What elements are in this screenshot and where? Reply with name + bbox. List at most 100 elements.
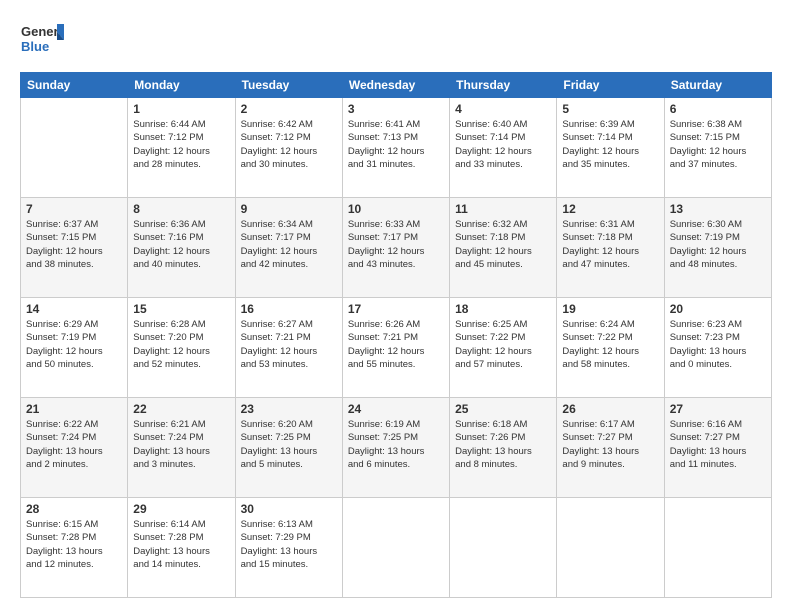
calendar-cell: 23 Sunrise: 6:20 AM Sunset: 7:25 PM Dayli… bbox=[235, 398, 342, 498]
day-number: 1 bbox=[133, 102, 229, 116]
day-number: 21 bbox=[26, 402, 122, 416]
day-info: Sunrise: 6:14 AM Sunset: 7:28 PM Dayligh… bbox=[133, 518, 229, 571]
calendar-cell: 29 Sunrise: 6:14 AM Sunset: 7:28 PM Dayli… bbox=[128, 498, 235, 598]
calendar-cell: 28 Sunrise: 6:15 AM Sunset: 7:28 PM Dayli… bbox=[21, 498, 128, 598]
day-info: Sunrise: 6:22 AM Sunset: 7:24 PM Dayligh… bbox=[26, 418, 122, 471]
calendar-body: 1 Sunrise: 6:44 AM Sunset: 7:12 PM Daylig… bbox=[21, 98, 772, 598]
svg-text:Blue: Blue bbox=[21, 39, 49, 54]
logo: General Blue bbox=[20, 18, 64, 62]
day-info: Sunrise: 6:37 AM Sunset: 7:15 PM Dayligh… bbox=[26, 218, 122, 271]
calendar-week-row: 1 Sunrise: 6:44 AM Sunset: 7:12 PM Daylig… bbox=[21, 98, 772, 198]
calendar-cell: 24 Sunrise: 6:19 AM Sunset: 7:25 PM Dayli… bbox=[342, 398, 449, 498]
day-number: 24 bbox=[348, 402, 444, 416]
calendar-cell: 13Sunrise: 6:30 AM Sunset: 7:19 PM Dayli… bbox=[664, 198, 771, 298]
day-number: 29 bbox=[133, 502, 229, 516]
day-info: Sunrise: 6:36 AM Sunset: 7:16 PM Dayligh… bbox=[133, 218, 229, 271]
day-number: 26 bbox=[562, 402, 658, 416]
day-info: Sunrise: 6:26 AM Sunset: 7:21 PM Dayligh… bbox=[348, 318, 444, 371]
calendar-cell: 8 Sunrise: 6:36 AM Sunset: 7:16 PM Daylig… bbox=[128, 198, 235, 298]
page: General Blue SundayMondayTuesdayWednesda… bbox=[0, 0, 792, 612]
calendar-week-row: 14 Sunrise: 6:29 AM Sunset: 7:19 PM Dayli… bbox=[21, 298, 772, 398]
calendar-cell: 19 Sunrise: 6:24 AM Sunset: 7:22 PM Dayli… bbox=[557, 298, 664, 398]
day-info: Sunrise: 6:28 AM Sunset: 7:20 PM Dayligh… bbox=[133, 318, 229, 371]
day-info: Sunrise: 6:20 AM Sunset: 7:25 PM Dayligh… bbox=[241, 418, 337, 471]
day-header: Thursday bbox=[450, 73, 557, 98]
day-info: Sunrise: 6:39 AM Sunset: 7:14 PM Dayligh… bbox=[562, 118, 658, 171]
day-number: 27 bbox=[670, 402, 766, 416]
calendar-cell bbox=[557, 498, 664, 598]
calendar-cell: 11Sunrise: 6:32 AM Sunset: 7:18 PM Dayli… bbox=[450, 198, 557, 298]
calendar-cell: 18 Sunrise: 6:25 AM Sunset: 7:22 PM Dayli… bbox=[450, 298, 557, 398]
day-number: 28 bbox=[26, 502, 122, 516]
calendar-cell: 30Sunrise: 6:13 AM Sunset: 7:29 PM Dayli… bbox=[235, 498, 342, 598]
calendar-table: SundayMondayTuesdayWednesdayThursdayFrid… bbox=[20, 72, 772, 598]
calendar-cell: 6 Sunrise: 6:38 AM Sunset: 7:15 PM Daylig… bbox=[664, 98, 771, 198]
day-number: 8 bbox=[133, 202, 229, 216]
calendar-cell: 26 Sunrise: 6:17 AM Sunset: 7:27 PM Dayli… bbox=[557, 398, 664, 498]
day-number: 17 bbox=[348, 302, 444, 316]
day-header: Monday bbox=[128, 73, 235, 98]
day-info: Sunrise: 6:34 AM Sunset: 7:17 PM Dayligh… bbox=[241, 218, 337, 271]
calendar-cell: 21 Sunrise: 6:22 AM Sunset: 7:24 PM Dayli… bbox=[21, 398, 128, 498]
day-number: 3 bbox=[348, 102, 444, 116]
calendar-cell: 27Sunrise: 6:16 AM Sunset: 7:27 PM Dayli… bbox=[664, 398, 771, 498]
day-number: 25 bbox=[455, 402, 551, 416]
day-info: Sunrise: 6:38 AM Sunset: 7:15 PM Dayligh… bbox=[670, 118, 766, 171]
day-number: 15 bbox=[133, 302, 229, 316]
calendar-cell: 16Sunrise: 6:27 AM Sunset: 7:21 PM Dayli… bbox=[235, 298, 342, 398]
calendar-cell: 10Sunrise: 6:33 AM Sunset: 7:17 PM Dayli… bbox=[342, 198, 449, 298]
calendar-cell: 17 Sunrise: 6:26 AM Sunset: 7:21 PM Dayli… bbox=[342, 298, 449, 398]
day-number: 30 bbox=[241, 502, 337, 516]
calendar-cell: 20 Sunrise: 6:23 AM Sunset: 7:23 PM Dayli… bbox=[664, 298, 771, 398]
day-number: 12 bbox=[562, 202, 658, 216]
calendar-cell: 9 Sunrise: 6:34 AM Sunset: 7:17 PM Daylig… bbox=[235, 198, 342, 298]
day-info: Sunrise: 6:44 AM Sunset: 7:12 PM Dayligh… bbox=[133, 118, 229, 171]
day-number: 14 bbox=[26, 302, 122, 316]
header: General Blue bbox=[20, 18, 772, 62]
day-info: Sunrise: 6:21 AM Sunset: 7:24 PM Dayligh… bbox=[133, 418, 229, 471]
day-info: Sunrise: 6:24 AM Sunset: 7:22 PM Dayligh… bbox=[562, 318, 658, 371]
calendar-cell: 22 Sunrise: 6:21 AM Sunset: 7:24 PM Dayli… bbox=[128, 398, 235, 498]
day-info: Sunrise: 6:17 AM Sunset: 7:27 PM Dayligh… bbox=[562, 418, 658, 471]
calendar-cell bbox=[664, 498, 771, 598]
calendar-cell bbox=[342, 498, 449, 598]
day-number: 11 bbox=[455, 202, 551, 216]
calendar-cell: 25 Sunrise: 6:18 AM Sunset: 7:26 PM Dayli… bbox=[450, 398, 557, 498]
day-info: Sunrise: 6:29 AM Sunset: 7:19 PM Dayligh… bbox=[26, 318, 122, 371]
calendar-cell: 12 Sunrise: 6:31 AM Sunset: 7:18 PM Dayli… bbox=[557, 198, 664, 298]
day-info: Sunrise: 6:31 AM Sunset: 7:18 PM Dayligh… bbox=[562, 218, 658, 271]
day-number: 20 bbox=[670, 302, 766, 316]
day-number: 23 bbox=[241, 402, 337, 416]
calendar-cell: 5 Sunrise: 6:39 AM Sunset: 7:14 PM Daylig… bbox=[557, 98, 664, 198]
day-info: Sunrise: 6:25 AM Sunset: 7:22 PM Dayligh… bbox=[455, 318, 551, 371]
day-info: Sunrise: 6:27 AM Sunset: 7:21 PM Dayligh… bbox=[241, 318, 337, 371]
day-number: 7 bbox=[26, 202, 122, 216]
calendar-cell: 7 Sunrise: 6:37 AM Sunset: 7:15 PM Daylig… bbox=[21, 198, 128, 298]
day-header: Saturday bbox=[664, 73, 771, 98]
day-info: Sunrise: 6:15 AM Sunset: 7:28 PM Dayligh… bbox=[26, 518, 122, 571]
day-info: Sunrise: 6:18 AM Sunset: 7:26 PM Dayligh… bbox=[455, 418, 551, 471]
day-info: Sunrise: 6:42 AM Sunset: 7:12 PM Dayligh… bbox=[241, 118, 337, 171]
day-number: 6 bbox=[670, 102, 766, 116]
day-info: Sunrise: 6:30 AM Sunset: 7:19 PM Dayligh… bbox=[670, 218, 766, 271]
calendar-cell: 3Sunrise: 6:41 AM Sunset: 7:13 PM Daylig… bbox=[342, 98, 449, 198]
calendar-week-row: 7 Sunrise: 6:37 AM Sunset: 7:15 PM Daylig… bbox=[21, 198, 772, 298]
calendar-cell bbox=[21, 98, 128, 198]
day-header: Wednesday bbox=[342, 73, 449, 98]
day-number: 5 bbox=[562, 102, 658, 116]
calendar-cell: 14 Sunrise: 6:29 AM Sunset: 7:19 PM Dayli… bbox=[21, 298, 128, 398]
day-number: 19 bbox=[562, 302, 658, 316]
day-info: Sunrise: 6:23 AM Sunset: 7:23 PM Dayligh… bbox=[670, 318, 766, 371]
day-info: Sunrise: 6:40 AM Sunset: 7:14 PM Dayligh… bbox=[455, 118, 551, 171]
day-number: 18 bbox=[455, 302, 551, 316]
day-info: Sunrise: 6:33 AM Sunset: 7:17 PM Dayligh… bbox=[348, 218, 444, 271]
day-header: Friday bbox=[557, 73, 664, 98]
calendar-cell: 4Sunrise: 6:40 AM Sunset: 7:14 PM Daylig… bbox=[450, 98, 557, 198]
day-number: 22 bbox=[133, 402, 229, 416]
calendar-week-row: 21 Sunrise: 6:22 AM Sunset: 7:24 PM Dayli… bbox=[21, 398, 772, 498]
calendar-header-row: SundayMondayTuesdayWednesdayThursdayFrid… bbox=[21, 73, 772, 98]
day-number: 9 bbox=[241, 202, 337, 216]
day-header: Sunday bbox=[21, 73, 128, 98]
calendar-cell: 15 Sunrise: 6:28 AM Sunset: 7:20 PM Dayli… bbox=[128, 298, 235, 398]
day-info: Sunrise: 6:19 AM Sunset: 7:25 PM Dayligh… bbox=[348, 418, 444, 471]
